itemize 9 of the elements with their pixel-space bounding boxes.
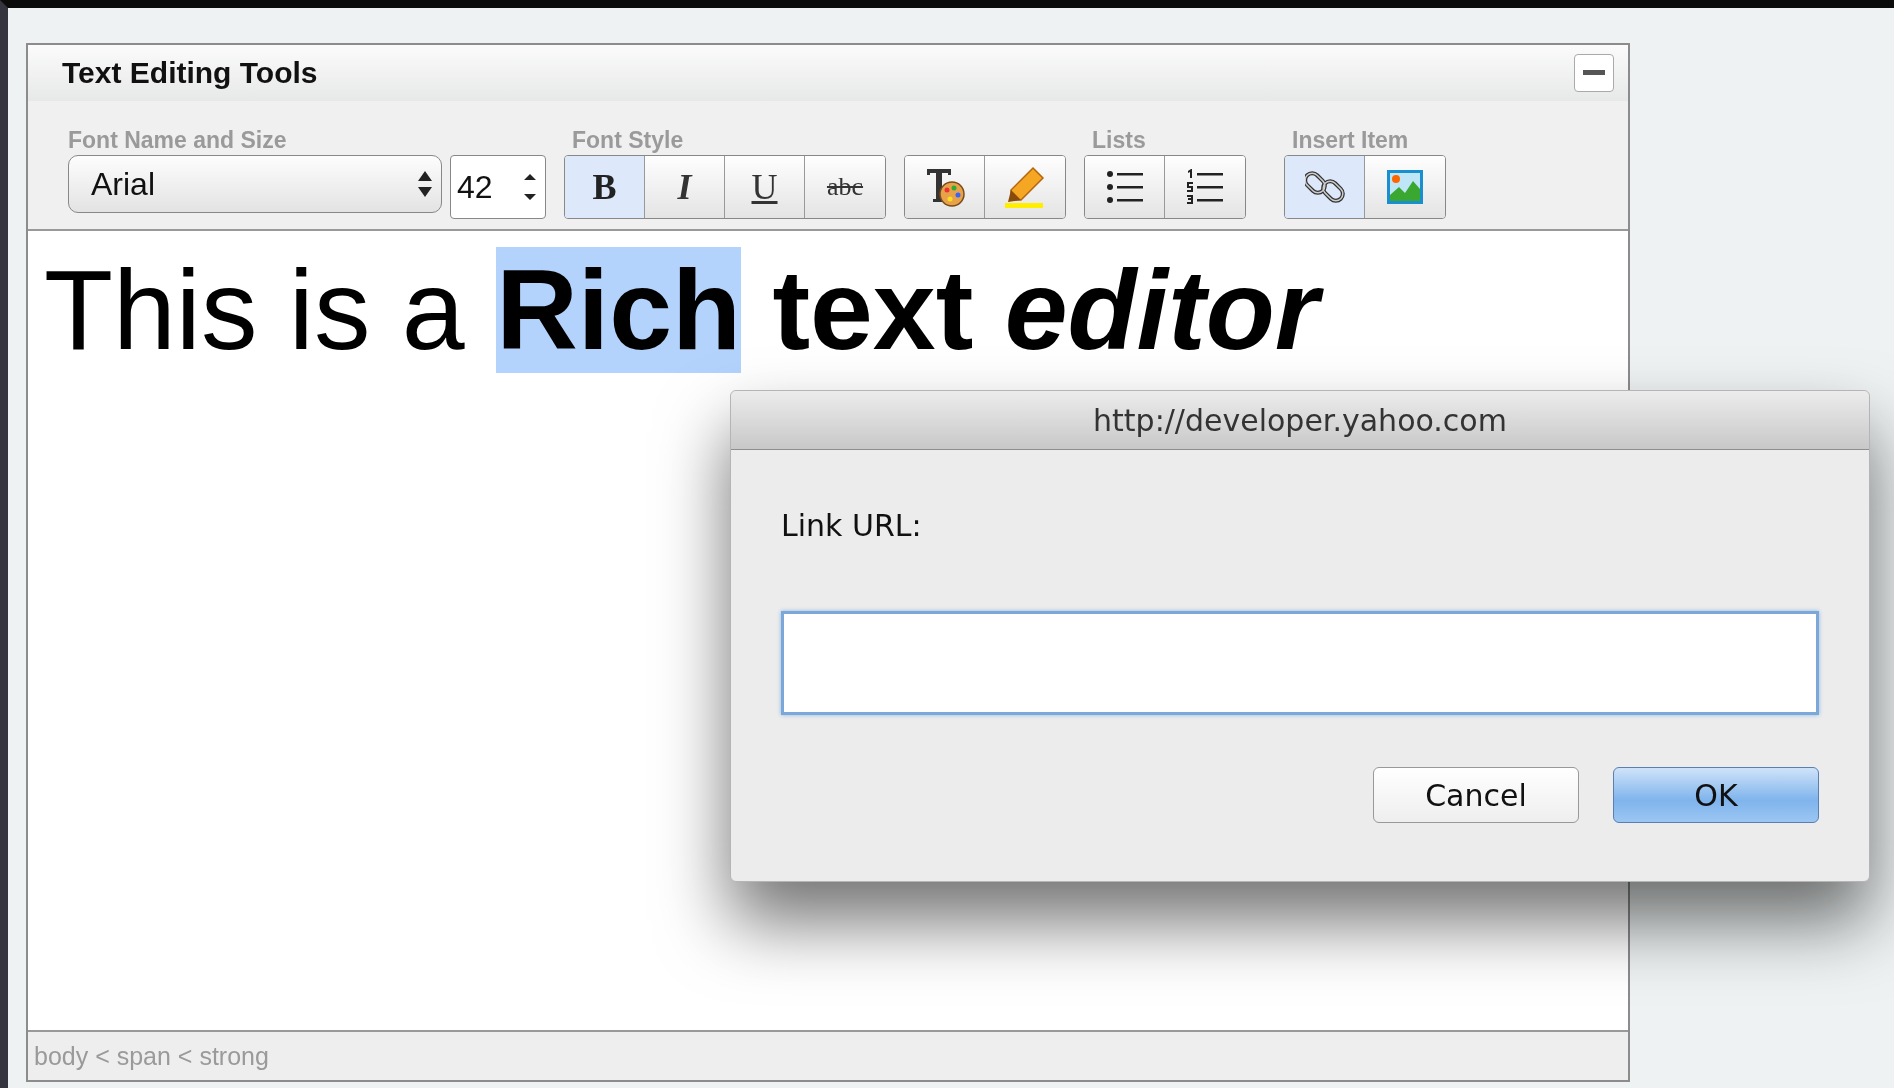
editor-text: This is a Rich text editor — [44, 245, 1628, 375]
dialog-title: http://developer.yahoo.com — [1093, 402, 1507, 438]
element-path: body < span < strong — [34, 1041, 269, 1071]
panel-title: Text Editing Tools — [62, 56, 318, 90]
group-label: Lists — [1092, 127, 1146, 153]
group-label: Font Name and Size — [68, 127, 287, 153]
group-label: Font Style — [572, 127, 684, 153]
group-label: Insert Item — [1292, 127, 1409, 153]
field-label: Link URL: — [781, 508, 923, 543]
